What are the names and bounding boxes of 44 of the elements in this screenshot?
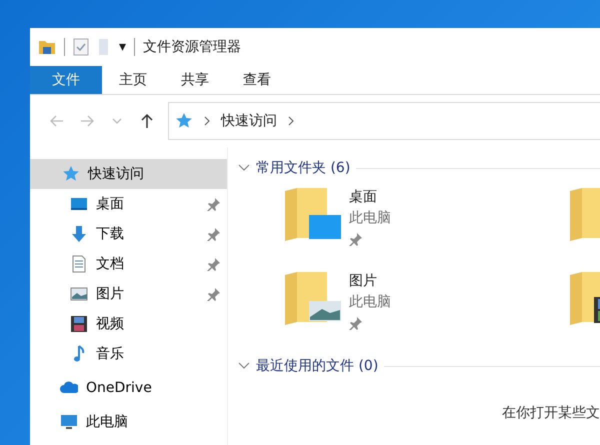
ribbon-tab[interactable]: 文件 <box>30 66 102 94</box>
checklist-icon <box>73 38 89 56</box>
chevron-down-icon[interactable] <box>238 163 250 173</box>
ribbon-tab[interactable]: 主页 <box>102 66 164 94</box>
pin-icon <box>207 227 221 241</box>
star-icon <box>62 165 80 183</box>
monitor-icon <box>70 195 88 213</box>
nav-item[interactable]: 下载 <box>30 219 227 249</box>
document-icon <box>70 255 88 273</box>
window-title: 文件资源管理器 <box>143 38 242 56</box>
pin-icon <box>207 257 221 271</box>
up-arrow-icon[interactable] <box>139 112 155 129</box>
nav-item[interactable]: 此电脑 <box>30 407 227 437</box>
nav-item[interactable]: 视频 <box>30 309 227 339</box>
folder-location: 此电脑 <box>349 293 391 312</box>
pin-icon <box>207 287 221 301</box>
film-icon <box>70 315 88 333</box>
nav-item[interactable]: 图片 <box>30 279 227 309</box>
ribbon-tab[interactable]: 查看 <box>226 66 288 94</box>
section-header[interactable]: 最近使用的文件 (0) <box>256 356 378 376</box>
folder-name: 图片 <box>349 272 378 291</box>
nav-item[interactable]: 快速访问 <box>30 159 227 189</box>
down-arrow-icon <box>70 225 88 243</box>
folder-name: 桌面 <box>349 188 378 207</box>
folder-location: 此电脑 <box>349 209 391 228</box>
nav-item[interactable]: 文档 <box>30 249 227 279</box>
section-header[interactable]: 常用文件夹 (6) <box>256 158 350 178</box>
breadcrumb[interactable]: 快速访问 <box>221 110 277 132</box>
nav-item[interactable]: 音乐 <box>30 339 227 369</box>
chevron-down-icon[interactable] <box>238 361 250 371</box>
folder-tile[interactable]: 桌面 此电脑 <box>283 187 568 249</box>
star-icon <box>175 112 193 130</box>
chevron-right-icon <box>287 116 295 126</box>
nav-item[interactable]: OneDrive <box>30 373 227 403</box>
picture-icon <box>70 285 88 303</box>
pin-icon <box>207 197 221 211</box>
folder-tile[interactable]: 图片 此电脑 <box>283 271 568 333</box>
empty-message: 在你打开某些文 <box>501 404 600 423</box>
dropdown-arrow[interactable]: ▾ <box>119 36 126 58</box>
ribbon-tab[interactable]: 共享 <box>164 66 226 94</box>
address-bar[interactable]: 快速访问 <box>168 102 600 140</box>
monitor-icon <box>60 413 78 431</box>
nav-item[interactable]: 桌面 <box>30 189 227 219</box>
chevron-right-icon <box>203 116 211 126</box>
